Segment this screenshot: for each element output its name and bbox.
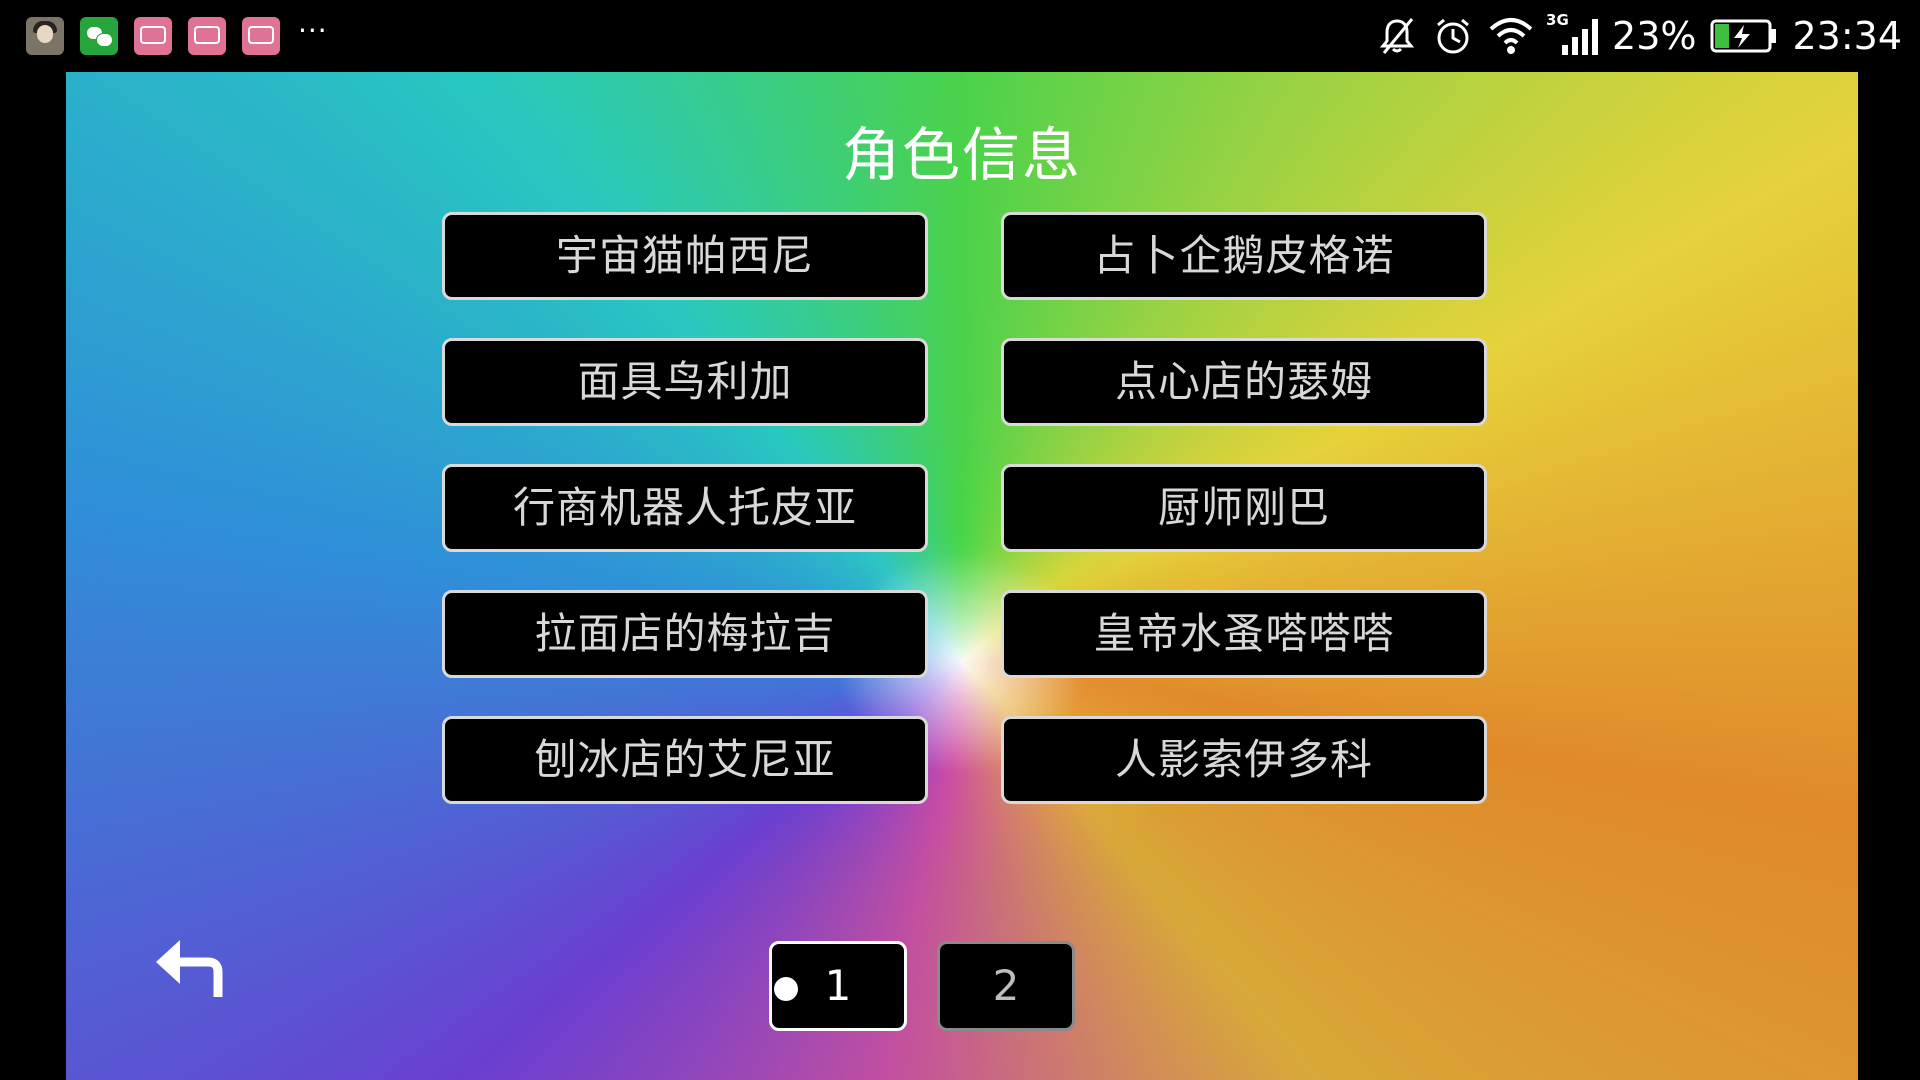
bilibili-icon [188, 17, 226, 55]
clock-time: 23:34 [1792, 14, 1902, 58]
page-button-1[interactable]: 1 [769, 941, 907, 1031]
character-button[interactable]: 刨冰店的艾尼亚 [442, 716, 928, 804]
page-number: 1 [824, 961, 852, 1010]
character-info-screen: 角色信息 宇宙猫帕西尼 占卜企鹅皮格诺 面具鸟利加 点心店的瑟姆 行商机器人托皮… [66, 72, 1858, 1080]
network-type-label: 3G [1546, 11, 1569, 29]
wifi-icon [1489, 18, 1533, 54]
battery-percent: 23% [1612, 14, 1697, 58]
character-button[interactable]: 厨师刚巴 [1001, 464, 1487, 552]
status-indicators: 3G 23% 23:34 [1376, 10, 1902, 62]
character-button[interactable]: 皇帝水蚤嗒嗒嗒 [1001, 590, 1487, 678]
character-button[interactable]: 宇宙猫帕西尼 [442, 212, 928, 300]
status-bar: ··· 3G 23% 23:34 [0, 0, 1920, 72]
wechat-icon [80, 17, 118, 55]
page-title: 角色信息 [841, 121, 1082, 189]
character-button[interactable]: 占卜企鹅皮格诺 [1001, 212, 1487, 300]
character-button[interactable]: 行商机器人托皮亚 [442, 464, 928, 552]
back-arrow-icon [156, 940, 223, 997]
character-button[interactable]: 拉面店的梅拉吉 [442, 590, 928, 678]
character-button[interactable]: 点心店的瑟姆 [1001, 338, 1487, 426]
back-button[interactable] [146, 922, 236, 1012]
current-page-indicator [774, 977, 798, 1001]
signal-icon: 3G [1546, 11, 1599, 57]
bilibili-icon [134, 17, 172, 55]
alarm-icon [1437, 18, 1469, 54]
battery-charging-icon [1710, 19, 1777, 53]
page-number: 2 [992, 961, 1020, 1010]
mute-icon [1379, 18, 1415, 54]
page-button-2[interactable]: 2 [937, 941, 1075, 1031]
more-notifications-icon: ··· [298, 14, 328, 47]
character-button[interactable]: 面具鸟利加 [442, 338, 928, 426]
avatar-icon [26, 17, 64, 55]
character-button[interactable]: 人影索伊多科 [1001, 716, 1487, 804]
bilibili-icon [242, 17, 280, 55]
